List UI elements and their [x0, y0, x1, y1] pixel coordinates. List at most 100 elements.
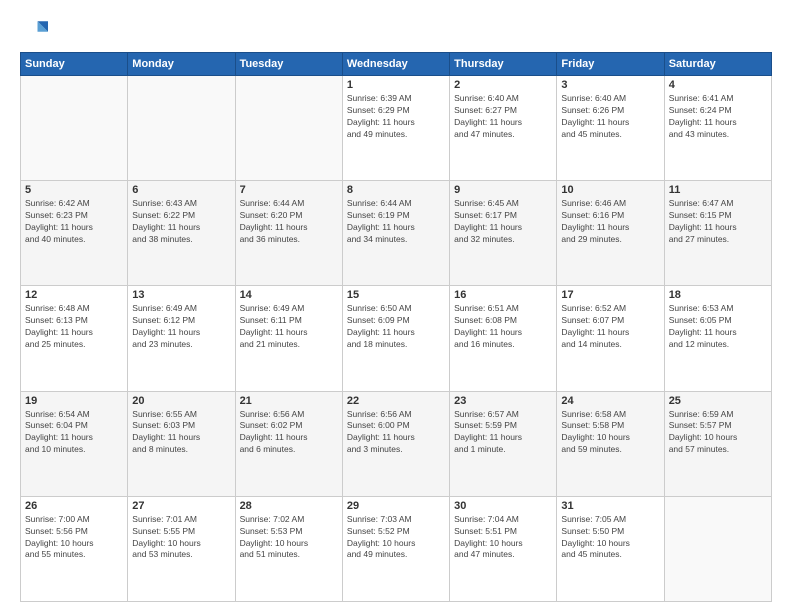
calendar-header-friday: Friday — [557, 53, 664, 76]
day-number: 30 — [454, 500, 552, 512]
calendar-week-4: 19 Sunrise: 6:54 AM Sunset: 6:04 PM Dayli… — [21, 391, 772, 496]
calendar-cell: 23 Sunrise: 6:57 AM Sunset: 5:59 PM Dayli… — [450, 391, 557, 496]
day-number: 28 — [240, 500, 338, 512]
calendar-cell: 2 Sunrise: 6:40 AM Sunset: 6:27 PM Daylig… — [450, 76, 557, 181]
day-number: 12 — [25, 289, 123, 301]
calendar-cell: 4 Sunrise: 6:41 AM Sunset: 6:24 PM Daylig… — [664, 76, 771, 181]
calendar-cell — [128, 76, 235, 181]
calendar-cell: 6 Sunrise: 6:43 AM Sunset: 6:22 PM Daylig… — [128, 181, 235, 286]
day-info: Sunrise: 6:40 AM Sunset: 6:27 PM Dayligh… — [454, 93, 552, 141]
day-info: Sunrise: 6:54 AM Sunset: 6:04 PM Dayligh… — [25, 409, 123, 457]
calendar-cell: 3 Sunrise: 6:40 AM Sunset: 6:26 PM Daylig… — [557, 76, 664, 181]
day-info: Sunrise: 6:52 AM Sunset: 6:07 PM Dayligh… — [561, 303, 659, 351]
calendar-cell: 12Sunrise: 6:48 AM Sunset: 6:13 PM Dayli… — [21, 286, 128, 391]
day-info: Sunrise: 6:59 AM Sunset: 5:57 PM Dayligh… — [669, 409, 767, 457]
day-info: Sunrise: 6:47 AM Sunset: 6:15 PM Dayligh… — [669, 198, 767, 246]
calendar-cell: 15 Sunrise: 6:50 AM Sunset: 6:09 PM Dayli… — [342, 286, 449, 391]
day-number: 23 — [454, 395, 552, 407]
day-info: Sunrise: 6:50 AM Sunset: 6:09 PM Dayligh… — [347, 303, 445, 351]
day-number: 26 — [25, 500, 123, 512]
day-info: Sunrise: 6:53 AM Sunset: 6:05 PM Dayligh… — [669, 303, 767, 351]
page: SundayMondayTuesdayWednesdayThursdayFrid… — [0, 0, 792, 612]
day-number: 8 — [347, 184, 445, 196]
day-info: Sunrise: 6:42 AM Sunset: 6:23 PM Dayligh… — [25, 198, 123, 246]
calendar-header-monday: Monday — [128, 53, 235, 76]
calendar-cell: 1 Sunrise: 6:39 AM Sunset: 6:29 PM Daylig… — [342, 76, 449, 181]
calendar-cell: 8Sunrise: 6:44 AM Sunset: 6:19 PM Daylig… — [342, 181, 449, 286]
day-info: Sunrise: 6:55 AM Sunset: 6:03 PM Dayligh… — [132, 409, 230, 457]
day-info: Sunrise: 7:00 AM Sunset: 5:56 PM Dayligh… — [25, 514, 123, 562]
calendar-cell: 10 Sunrise: 6:46 AM Sunset: 6:16 PM Dayli… — [557, 181, 664, 286]
day-number: 14 — [240, 289, 338, 301]
calendar-cell: 16 Sunrise: 6:51 AM Sunset: 6:08 PM Dayli… — [450, 286, 557, 391]
day-info: Sunrise: 6:46 AM Sunset: 6:16 PM Dayligh… — [561, 198, 659, 246]
day-number: 18 — [669, 289, 767, 301]
calendar-cell: 13 Sunrise: 6:49 AM Sunset: 6:12 PM Dayli… — [128, 286, 235, 391]
calendar-cell: 17 Sunrise: 6:52 AM Sunset: 6:07 PM Dayli… — [557, 286, 664, 391]
day-number: 15 — [347, 289, 445, 301]
calendar-cell — [21, 76, 128, 181]
calendar-cell: 19 Sunrise: 6:54 AM Sunset: 6:04 PM Dayli… — [21, 391, 128, 496]
calendar-cell: 11 Sunrise: 6:47 AM Sunset: 6:15 PM Dayli… — [664, 181, 771, 286]
header — [20, 16, 772, 44]
day-number: 13 — [132, 289, 230, 301]
calendar-week-5: 26 Sunrise: 7:00 AM Sunset: 5:56 PM Dayli… — [21, 496, 772, 601]
calendar-cell: 24 Sunrise: 6:58 AM Sunset: 5:58 PM Dayli… — [557, 391, 664, 496]
calendar-cell: 22Sunrise: 6:56 AM Sunset: 6:00 PM Dayli… — [342, 391, 449, 496]
day-number: 16 — [454, 289, 552, 301]
day-number: 19 — [25, 395, 123, 407]
day-info: Sunrise: 6:41 AM Sunset: 6:24 PM Dayligh… — [669, 93, 767, 141]
calendar-header-tuesday: Tuesday — [235, 53, 342, 76]
day-info: Sunrise: 6:40 AM Sunset: 6:26 PM Dayligh… — [561, 93, 659, 141]
day-number: 24 — [561, 395, 659, 407]
calendar-cell: 14 Sunrise: 6:49 AM Sunset: 6:11 PM Dayli… — [235, 286, 342, 391]
day-number: 3 — [561, 79, 659, 91]
logo — [20, 16, 50, 44]
day-number: 27 — [132, 500, 230, 512]
day-info: Sunrise: 6:44 AM Sunset: 6:20 PM Dayligh… — [240, 198, 338, 246]
calendar-cell: 29 Sunrise: 7:03 AM Sunset: 5:52 PM Dayli… — [342, 496, 449, 601]
calendar-cell: 7 Sunrise: 6:44 AM Sunset: 6:20 PM Daylig… — [235, 181, 342, 286]
calendar-cell: 25Sunrise: 6:59 AM Sunset: 5:57 PM Dayli… — [664, 391, 771, 496]
calendar-cell: 9 Sunrise: 6:45 AM Sunset: 6:17 PM Daylig… — [450, 181, 557, 286]
day-number: 17 — [561, 289, 659, 301]
day-number: 7 — [240, 184, 338, 196]
day-info: Sunrise: 6:39 AM Sunset: 6:29 PM Dayligh… — [347, 93, 445, 141]
calendar-cell: 20 Sunrise: 6:55 AM Sunset: 6:03 PM Dayli… — [128, 391, 235, 496]
day-number: 4 — [669, 79, 767, 91]
logo-icon — [20, 16, 48, 44]
day-info: Sunrise: 6:49 AM Sunset: 6:11 PM Dayligh… — [240, 303, 338, 351]
day-number: 20 — [132, 395, 230, 407]
day-info: Sunrise: 6:57 AM Sunset: 5:59 PM Dayligh… — [454, 409, 552, 457]
calendar-header-saturday: Saturday — [664, 53, 771, 76]
day-number: 11 — [669, 184, 767, 196]
calendar-cell: 5 Sunrise: 6:42 AM Sunset: 6:23 PM Daylig… — [21, 181, 128, 286]
day-number: 10 — [561, 184, 659, 196]
day-number: 6 — [132, 184, 230, 196]
day-info: Sunrise: 7:03 AM Sunset: 5:52 PM Dayligh… — [347, 514, 445, 562]
day-number: 5 — [25, 184, 123, 196]
calendar-header-wednesday: Wednesday — [342, 53, 449, 76]
day-info: Sunrise: 7:05 AM Sunset: 5:50 PM Dayligh… — [561, 514, 659, 562]
day-number: 1 — [347, 79, 445, 91]
calendar-cell: 18 Sunrise: 6:53 AM Sunset: 6:05 PM Dayli… — [664, 286, 771, 391]
day-info: Sunrise: 6:49 AM Sunset: 6:12 PM Dayligh… — [132, 303, 230, 351]
day-info: Sunrise: 6:58 AM Sunset: 5:58 PM Dayligh… — [561, 409, 659, 457]
calendar-week-3: 12Sunrise: 6:48 AM Sunset: 6:13 PM Dayli… — [21, 286, 772, 391]
calendar-week-1: 1 Sunrise: 6:39 AM Sunset: 6:29 PM Daylig… — [21, 76, 772, 181]
calendar-cell: 26 Sunrise: 7:00 AM Sunset: 5:56 PM Dayli… — [21, 496, 128, 601]
calendar-cell: 21Sunrise: 6:56 AM Sunset: 6:02 PM Dayli… — [235, 391, 342, 496]
day-info: Sunrise: 6:45 AM Sunset: 6:17 PM Dayligh… — [454, 198, 552, 246]
day-info: Sunrise: 6:43 AM Sunset: 6:22 PM Dayligh… — [132, 198, 230, 246]
day-number: 2 — [454, 79, 552, 91]
day-info: Sunrise: 7:01 AM Sunset: 5:55 PM Dayligh… — [132, 514, 230, 562]
calendar-cell: 27 Sunrise: 7:01 AM Sunset: 5:55 PM Dayli… — [128, 496, 235, 601]
calendar-cell — [235, 76, 342, 181]
day-info: Sunrise: 7:04 AM Sunset: 5:51 PM Dayligh… — [454, 514, 552, 562]
calendar-cell: 30 Sunrise: 7:04 AM Sunset: 5:51 PM Dayli… — [450, 496, 557, 601]
day-number: 21 — [240, 395, 338, 407]
day-info: Sunrise: 6:51 AM Sunset: 6:08 PM Dayligh… — [454, 303, 552, 351]
day-number: 29 — [347, 500, 445, 512]
day-number: 9 — [454, 184, 552, 196]
calendar-header-row: SundayMondayTuesdayWednesdayThursdayFrid… — [21, 53, 772, 76]
